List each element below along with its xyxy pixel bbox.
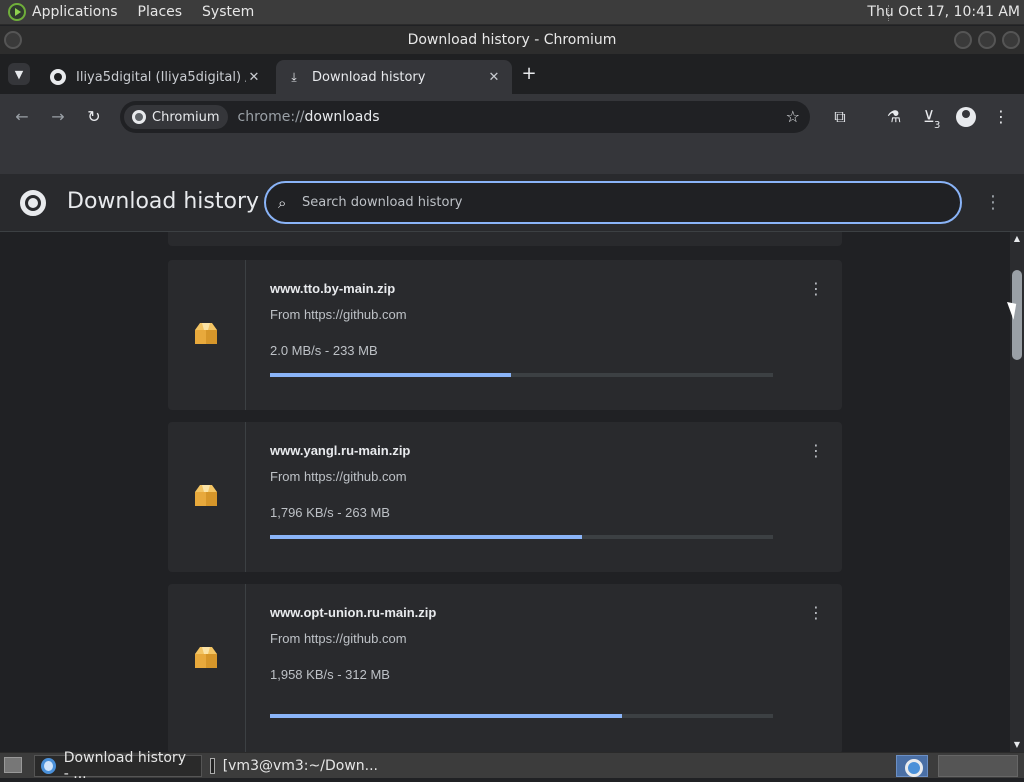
search-icon: ⌕ <box>278 193 287 212</box>
window-menu-icon[interactable] <box>4 31 22 49</box>
taskbar-item-label: Download history - ... <box>63 750 186 782</box>
downloads-count-badge: 3 <box>934 120 941 131</box>
tab-download-history[interactable]: ⤓ Download history ✕ <box>276 60 512 94</box>
download-item: www.opt-union.ru-main.zip From https://g… <box>168 584 842 752</box>
workspace-switcher[interactable] <box>938 755 1018 777</box>
panel-menus: Applications Places System <box>32 4 274 20</box>
url-scheme: chrome:// <box>237 109 305 125</box>
download-source: From https://github.com <box>270 631 407 646</box>
chromium-icon <box>132 110 146 124</box>
menu-places[interactable]: Places <box>138 4 183 20</box>
tab-github[interactable]: Iliya5digital (Iliya5digital) / Re ✕ <box>40 60 272 94</box>
window-titlebar[interactable]: Download history - Chromium <box>0 26 1024 54</box>
download-file-name[interactable]: www.tto.by-main.zip <box>270 281 395 296</box>
download-item: www.tto.by-main.zip From https://github.… <box>168 260 842 410</box>
window-controls <box>954 31 1020 49</box>
close-tab-button[interactable]: ✕ <box>246 70 262 85</box>
download-file-name[interactable]: www.opt-union.ru-main.zip <box>270 605 436 620</box>
panel-clock[interactable]: Thu Oct 17, 10:41 AM <box>867 4 1020 20</box>
close-tab-button[interactable]: ✕ <box>486 70 502 85</box>
gnome-foot-icon[interactable] <box>8 3 26 21</box>
download-source: From https://github.com <box>270 307 407 322</box>
download-progress-bar <box>270 373 773 377</box>
bottom-taskbar: Download history - ... [vm3@vm3:~/Down..… <box>0 750 1024 782</box>
top-panel: Applications Places System Thu Oct 17, 1… <box>0 0 1024 25</box>
forward-button[interactable]: → <box>47 106 69 128</box>
file-icon-area <box>168 584 246 752</box>
maximize-button[interactable] <box>978 31 996 49</box>
reload-button[interactable]: ↻ <box>83 106 105 128</box>
download-progress-bar <box>270 535 773 539</box>
toolbar-spacer <box>0 140 1024 174</box>
file-icon-area <box>168 260 246 410</box>
browser-toolbar: ← → ↻ Chromium chrome://downloads ☆ ⧉ ⚗ … <box>0 94 1024 140</box>
download-progress-bar <box>270 714 773 718</box>
download-file-name[interactable]: www.yangl.ru-main.zip <box>270 443 410 458</box>
bookmark-star-icon[interactable]: ☆ <box>786 107 800 126</box>
download-source: From https://github.com <box>270 469 407 484</box>
scroll-up-arrow-icon[interactable]: ▲ <box>1012 234 1022 244</box>
tab-strip: ▼ Iliya5digital (Iliya5digital) / Re ✕ ⤓… <box>0 54 1024 94</box>
minimize-button[interactable] <box>954 31 972 49</box>
taskbar-item-chromium[interactable]: Download history - ... <box>34 750 202 782</box>
new-tab-button[interactable]: + <box>518 64 540 86</box>
taskbar-item-label: [vm3@vm3:~/Down... <box>222 758 378 774</box>
archive-box-icon <box>195 647 217 668</box>
download-status: 1,958 KB/s - 312 MB <box>270 667 390 682</box>
chromium-logo-icon <box>20 190 46 216</box>
download-status: 2.0 MB/s - 233 MB <box>270 343 378 358</box>
downloads-menu-kebab-icon[interactable]: ⋮ <box>984 192 1002 214</box>
menu-system[interactable]: System <box>202 4 254 20</box>
download-more-kebab-icon[interactable]: ⋮ <box>808 278 824 300</box>
site-info-chip[interactable]: Chromium <box>124 105 228 129</box>
tab-title: Download history <box>312 69 426 85</box>
extensions-icon[interactable]: ⧉ <box>829 106 851 128</box>
github-icon <box>50 69 66 85</box>
close-window-button[interactable] <box>1002 31 1020 49</box>
scroll-down-arrow-icon[interactable]: ▼ <box>1012 740 1022 750</box>
labs-flask-icon[interactable]: ⚗ <box>883 106 905 128</box>
taskbar-item-terminal[interactable]: [vm3@vm3:~/Down... <box>204 755 384 777</box>
search-downloads-box[interactable]: ⌕ <box>264 181 962 224</box>
archive-box-icon <box>195 485 217 506</box>
downloads-list: www.tto.by-main.zip From https://github.… <box>0 232 1010 752</box>
back-button[interactable]: ← <box>11 106 33 128</box>
url-text[interactable]: chrome://downloads <box>238 109 380 125</box>
tab-search-button[interactable]: ▼ <box>8 63 30 85</box>
download-item: www.yangl.ru-main.zip From https://githu… <box>168 422 842 572</box>
downloads-header: Download history ⌕ ⋮ <box>0 174 1024 232</box>
file-icon-area <box>168 422 246 572</box>
url-host: downloads <box>304 109 380 125</box>
archive-box-icon <box>195 323 217 344</box>
search-input[interactable] <box>300 194 900 211</box>
download-icon: ⤓ <box>291 69 297 84</box>
chromium-icon <box>41 758 56 774</box>
show-desktop-icon[interactable] <box>4 757 22 773</box>
profile-avatar-icon[interactable] <box>956 107 976 127</box>
terminal-icon <box>210 758 215 774</box>
address-bar[interactable]: Chromium chrome://downloads ☆ <box>120 101 810 133</box>
tab-title: Iliya5digital (Iliya5digital) / Re <box>76 69 246 85</box>
window-title: Download history - Chromium <box>407 32 617 48</box>
download-status: 1,796 KB/s - 263 MB <box>270 505 390 520</box>
download-more-kebab-icon[interactable]: ⋮ <box>808 440 824 462</box>
previous-download-card <box>168 232 842 246</box>
site-chip-label: Chromium <box>152 109 220 125</box>
page-title: Download history <box>67 189 260 214</box>
menu-applications[interactable]: Applications <box>32 4 118 20</box>
chevron-down-icon: ▼ <box>14 67 24 81</box>
browser-menu-kebab-icon[interactable]: ⋮ <box>990 106 1012 128</box>
workspace-switcher-chromium-icon[interactable] <box>896 755 928 777</box>
download-more-kebab-icon[interactable]: ⋮ <box>808 602 824 624</box>
